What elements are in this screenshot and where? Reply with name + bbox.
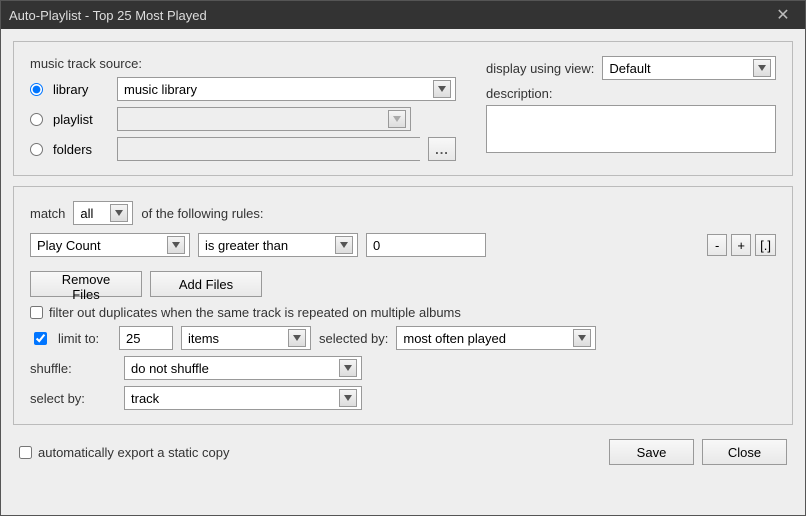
library-label: library	[53, 82, 109, 97]
playlist-radio[interactable]	[30, 113, 43, 126]
limit-unit-combo[interactable]: items	[181, 326, 311, 350]
folders-radio[interactable]	[30, 143, 43, 156]
limit-checkbox[interactable]	[34, 332, 47, 345]
chevron-down-icon	[573, 329, 591, 347]
match-prefix: match	[30, 206, 65, 221]
source-panel: music track source: library music librar…	[13, 41, 793, 176]
rule-remove-button[interactable]: -	[707, 234, 727, 256]
playlist-label: playlist	[53, 112, 109, 127]
filter-duplicates-checkbox[interactable]	[30, 306, 43, 319]
rule-field-combo[interactable]: Play Count	[30, 233, 190, 257]
chevron-down-icon	[339, 389, 357, 407]
chevron-down-icon	[433, 80, 451, 98]
chevron-down-icon	[110, 204, 128, 222]
select-by-label: select by:	[30, 391, 96, 406]
chevron-down-icon	[388, 110, 406, 128]
selected-by-label: selected by:	[319, 331, 388, 346]
chevron-down-icon	[167, 236, 185, 254]
select-by-combo[interactable]: track	[124, 386, 362, 410]
export-checkbox[interactable]	[19, 446, 32, 459]
chevron-down-icon	[335, 236, 353, 254]
folders-browse-button[interactable]: ...	[428, 137, 456, 161]
remove-files-button[interactable]: Remove Files	[30, 271, 142, 297]
filter-duplicates-label: filter out duplicates when the same trac…	[49, 305, 461, 320]
folders-label: folders	[53, 142, 109, 157]
rule-group-button[interactable]: [.]	[755, 234, 776, 256]
match-combo[interactable]: all	[73, 201, 133, 225]
library-combo[interactable]: music library	[117, 77, 456, 101]
chevron-down-icon	[339, 359, 357, 377]
shuffle-combo[interactable]: do not shuffle	[124, 356, 362, 380]
rules-panel: match all of the following rules: Play C…	[13, 186, 793, 425]
add-files-button[interactable]: Add Files	[150, 271, 262, 297]
window-title: Auto-Playlist - Top 25 Most Played	[9, 8, 769, 23]
shuffle-label: shuffle:	[30, 361, 96, 376]
folders-combo	[117, 137, 420, 161]
chevron-down-icon	[288, 329, 306, 347]
view-label: display using view:	[486, 61, 594, 76]
footer: automatically export a static copy Save …	[13, 435, 793, 465]
chevron-down-icon	[753, 59, 771, 77]
match-suffix: of the following rules:	[141, 206, 263, 221]
close-icon[interactable]: ✕	[769, 5, 797, 25]
close-button[interactable]: Close	[702, 439, 787, 465]
export-label: automatically export a static copy	[38, 445, 229, 460]
view-combo[interactable]: Default	[602, 56, 776, 80]
rule-value-input[interactable]	[366, 233, 486, 257]
limit-value-input[interactable]	[119, 326, 173, 350]
titlebar: Auto-Playlist - Top 25 Most Played ✕	[1, 1, 805, 29]
playlist-combo	[117, 107, 411, 131]
description-label: description:	[486, 86, 776, 101]
selected-by-combo[interactable]: most often played	[396, 326, 596, 350]
limit-label: limit to:	[58, 331, 111, 346]
rule-add-button[interactable]: +	[731, 234, 751, 256]
source-heading: music track source:	[30, 56, 456, 71]
description-textarea[interactable]	[486, 105, 776, 153]
rule-operator-combo[interactable]: is greater than	[198, 233, 358, 257]
library-radio[interactable]	[30, 83, 43, 96]
save-button[interactable]: Save	[609, 439, 694, 465]
